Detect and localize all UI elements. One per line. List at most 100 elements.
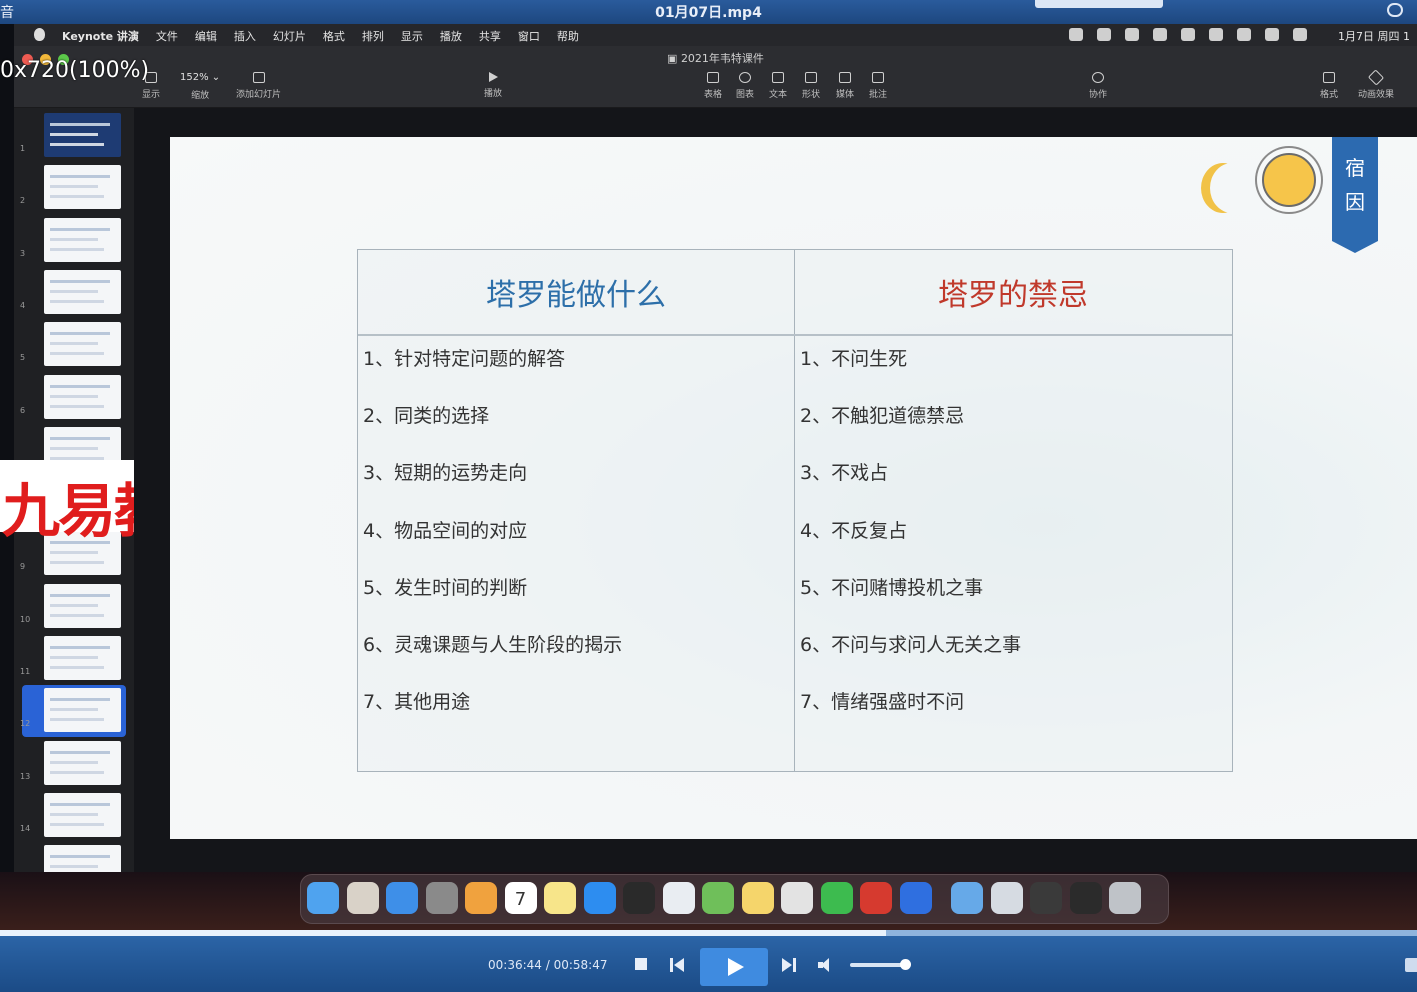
- table-row: 3、不戏占: [800, 462, 889, 485]
- monitor-icon[interactable]: [1069, 882, 1102, 914]
- menu-item[interactable]: 播放: [440, 28, 462, 44]
- slide-number: 4: [20, 300, 26, 310]
- table-label: 表格: [704, 90, 723, 100]
- slide-thumbnail-4[interactable]: 4: [14, 267, 134, 319]
- menu-item[interactable]: Keynote 讲演: [62, 28, 139, 44]
- slide-thumbnail-5[interactable]: 5: [14, 319, 134, 371]
- play-button[interactable]: [700, 948, 768, 986]
- side-panel-button[interactable]: [1405, 958, 1417, 972]
- next-button[interactable]: [782, 958, 796, 972]
- table-row: 4、不反复占: [800, 519, 908, 542]
- comment-label: 批注: [869, 90, 888, 100]
- bluetooth-icon[interactable]: [1153, 28, 1167, 41]
- iphone-icon[interactable]: [1030, 882, 1062, 914]
- chart-button[interactable]: 图表: [736, 72, 754, 100]
- slide-thumbnail-14[interactable]: 14: [14, 790, 134, 842]
- play-label: 播放: [484, 89, 503, 99]
- screenshot-icon[interactable]: [990, 882, 1023, 914]
- slide-thumbnail-1[interactable]: 1: [14, 110, 134, 162]
- siri-icon[interactable]: [1293, 28, 1307, 41]
- menubar-clock[interactable]: 1月7日 周四 1: [1338, 28, 1410, 44]
- progress-bar[interactable]: [0, 930, 1417, 936]
- slide-thumbnail-10[interactable]: 10: [14, 581, 134, 633]
- slide-preview: [44, 740, 121, 785]
- preview-icon[interactable]: [662, 882, 695, 914]
- keynote-icon[interactable]: [623, 882, 655, 914]
- chrome-icon[interactable]: [781, 882, 813, 914]
- folder-icon[interactable]: [951, 882, 983, 914]
- wechat-tray-icon[interactable]: [1097, 28, 1111, 41]
- dock: 7: [300, 874, 1169, 924]
- zoom-value: 152%: [180, 72, 209, 83]
- wifi-icon[interactable]: [1209, 28, 1223, 41]
- control-center-icon[interactable]: [1265, 28, 1279, 41]
- slide-thumbnail-15[interactable]: [14, 842, 134, 872]
- previous-button[interactable]: [670, 958, 684, 972]
- collaborate-button[interactable]: 协作: [1089, 72, 1107, 100]
- slide-thumbnail-11[interactable]: 11: [14, 633, 134, 685]
- menu-item[interactable]: 编辑: [195, 28, 217, 44]
- chat-bubble-icon[interactable]: [1387, 3, 1403, 17]
- wechat-icon[interactable]: [820, 882, 853, 914]
- slide-thumbnail-3[interactable]: 3: [14, 215, 134, 267]
- apple-logo-icon[interactable]: [34, 28, 45, 41]
- comment-icon: [872, 72, 884, 83]
- comment-button[interactable]: 批注: [869, 72, 887, 100]
- menu-item[interactable]: 格式: [323, 28, 345, 44]
- menu-item[interactable]: 文件: [156, 28, 178, 44]
- volume-knob[interactable]: [900, 959, 912, 970]
- input-method-icon[interactable]: [1125, 28, 1139, 41]
- menu-item[interactable]: 显示: [401, 28, 423, 44]
- menu-item[interactable]: 窗口: [518, 28, 540, 44]
- pages-icon[interactable]: [741, 882, 774, 914]
- format-button[interactable]: 格式: [1320, 72, 1338, 100]
- safari-icon[interactable]: [386, 882, 418, 914]
- slide-canvas[interactable]: 宿 因 塔罗能做什么 塔罗的禁忌 1、针对特定问题的解答 2、同类的选择 3、短期的…: [134, 108, 1417, 872]
- menu-item[interactable]: 帮助: [557, 28, 579, 44]
- launchpad-icon[interactable]: [346, 882, 379, 914]
- slide-preview: [44, 113, 121, 157]
- slide-number: 3: [20, 248, 26, 258]
- volume-slider[interactable]: [850, 959, 912, 970]
- animate-button[interactable]: 动画效果: [1358, 69, 1394, 100]
- slide-thumbnail-12[interactable]: 12: [14, 685, 134, 738]
- finder-icon[interactable]: [307, 882, 339, 914]
- add-slide-button[interactable]: 添加幻灯片: [236, 72, 281, 100]
- slide[interactable]: 宿 因 塔罗能做什么 塔罗的禁忌 1、针对特定问题的解答 2、同类的选择 3、短期的…: [170, 137, 1417, 839]
- play-slideshow-button[interactable]: 播放: [484, 72, 502, 99]
- menu-item[interactable]: 幻灯片: [273, 28, 306, 44]
- menu-item[interactable]: 排列: [362, 28, 384, 44]
- stop-button[interactable]: [635, 958, 647, 970]
- table-row: 6、不问与求问人无关之事: [800, 634, 1022, 656]
- mac-menubar: Keynote 讲演 文件 编辑 插入 幻灯片 格式 排列 显示 播放 共享 窗口 帮助 1月7日 周…: [14, 24, 1417, 46]
- system-preferences-icon[interactable]: [425, 882, 458, 914]
- wps-icon[interactable]: [860, 882, 892, 914]
- shape-icon: [805, 72, 817, 83]
- notes-icon[interactable]: [544, 882, 576, 914]
- table-button[interactable]: 表格: [704, 72, 722, 100]
- zoom-button[interactable]: 152% ⌄ 缩放: [180, 72, 220, 101]
- maps-icon[interactable]: [702, 882, 734, 914]
- slide-thumbnail-6[interactable]: 6: [14, 372, 134, 424]
- player-top-button[interactable]: [1035, 0, 1163, 8]
- app-store-icon[interactable]: [583, 882, 616, 914]
- battery-icon[interactable]: [1181, 28, 1195, 41]
- table-row: 6、灵魂课题与人生阶段的揭示: [363, 634, 623, 656]
- shape-button[interactable]: 形状: [802, 72, 820, 100]
- comparison-table[interactable]: 塔罗能做什么 塔罗的禁忌 1、针对特定问题的解答 2、同类的选择 3、短期的运势走向…: [357, 249, 1233, 772]
- slide-preview: [44, 217, 121, 262]
- slide-thumbnail-13[interactable]: 13: [14, 738, 134, 790]
- slide-thumbnail-2[interactable]: 2: [14, 162, 134, 214]
- media-button[interactable]: 媒体: [836, 72, 854, 100]
- spotlight-search-icon[interactable]: [1237, 28, 1251, 41]
- text-button[interactable]: 文本: [769, 72, 787, 100]
- calendar-icon[interactable]: 7: [504, 882, 537, 914]
- feishu-icon[interactable]: [899, 882, 932, 914]
- menu-item[interactable]: 共享: [479, 28, 501, 44]
- photos-icon[interactable]: [465, 882, 497, 914]
- table-row: 2、不触犯道德禁忌: [800, 405, 965, 428]
- menu-item[interactable]: 插入: [234, 28, 256, 44]
- extension-icon[interactable]: [1069, 28, 1083, 41]
- volume-icon[interactable]: [818, 958, 834, 972]
- trash-icon[interactable]: [1109, 882, 1141, 914]
